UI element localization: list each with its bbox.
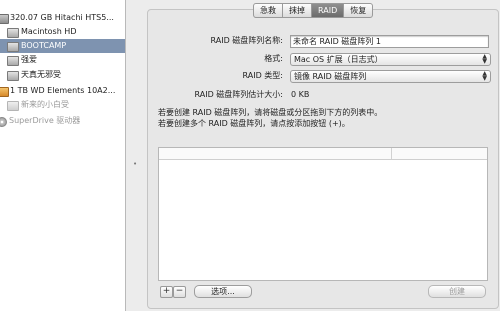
raid-type-value: 镜像 RAID 磁盘阵列: [294, 72, 367, 81]
sidebar-item-superdrive[interactable]: SuperDrive 驱动器: [0, 114, 125, 128]
sidebar-item-label: 1 TB WD Elements 10A2...: [10, 86, 116, 95]
format-value: Mac OS 扩展（日志式）: [294, 55, 383, 64]
estimated-size-value: 0 KB: [291, 90, 310, 99]
sidebar-item-label: 天真无邪受: [21, 70, 61, 79]
remove-raid-button[interactable]: −: [173, 286, 186, 298]
raid-name-field[interactable]: 未命名 RAID 磁盘阵列 1: [290, 35, 489, 48]
sidebar-item-label: 新来的小白受: [21, 100, 69, 109]
tab-first-aid[interactable]: 急救: [254, 4, 283, 17]
column-divider: [391, 148, 392, 159]
hard-disk-icon: [0, 14, 9, 24]
sidebar-item-wd-elements[interactable]: 1 TB WD Elements 10A2...: [0, 84, 125, 98]
volume-icon: [7, 42, 19, 52]
add-raid-button[interactable]: +: [160, 286, 173, 298]
options-button[interactable]: 选项...: [194, 285, 252, 298]
sidebar-item-label: BOOTCAMP: [21, 41, 67, 50]
external-disk-icon: [0, 87, 9, 97]
sidebar-item-macintosh-hd[interactable]: Macintosh HD: [0, 25, 125, 39]
tab-erase[interactable]: 抹掉: [283, 4, 312, 17]
tab-restore[interactable]: 恢复: [344, 4, 372, 17]
raid-name-label: RAID 磁盘阵列名称:: [210, 36, 283, 45]
format-popup[interactable]: Mac OS 扩展（日志式） ▲ ▼: [290, 53, 491, 66]
tab-bar: 急救 抹掉 RAID 恢复: [253, 3, 374, 18]
raid-type-popup[interactable]: 镜像 RAID 磁盘阵列 ▲ ▼: [290, 70, 491, 83]
volume-icon: [7, 101, 19, 111]
sidebar-item-bootcamp[interactable]: BOOTCAMP: [0, 39, 125, 53]
split-view-handle[interactable]: •: [133, 160, 137, 168]
sidebar-item-label: 强爱: [21, 55, 37, 64]
sidebar-item-label: 320.07 GB Hitachi HTS5...: [10, 13, 114, 22]
raid-member-list[interactable]: [158, 147, 488, 281]
raid-type-label: RAID 类型:: [242, 71, 283, 80]
optical-drive-icon: [0, 117, 7, 127]
sidebar-item-hitachi-disk[interactable]: 320.07 GB Hitachi HTS5...: [0, 11, 125, 25]
popup-arrows-icon: ▲ ▼: [482, 70, 487, 82]
format-label: 格式:: [264, 54, 283, 63]
volume-icon: [7, 71, 19, 81]
sidebar-item-label: Macintosh HD: [21, 27, 77, 36]
popup-arrows-icon: ▲ ▼: [482, 53, 487, 65]
volume-icon: [7, 28, 19, 38]
tab-raid[interactable]: RAID: [312, 4, 345, 17]
disk-sidebar: 320.07 GB Hitachi HTS5... Macintosh HD B…: [0, 0, 126, 311]
volume-icon: [7, 56, 19, 66]
instruction-line-2: 若要创建多个 RAID 磁盘阵列，请点按添加按钮 (+)。: [158, 119, 350, 128]
estimated-size-label: RAID 磁盘阵列估计大小:: [194, 90, 283, 99]
sidebar-item-qiangai[interactable]: 强爱: [0, 53, 125, 67]
sidebar-item-tianzhen[interactable]: 天真无邪受: [0, 68, 125, 82]
list-header: [159, 148, 487, 160]
sidebar-item-label: SuperDrive 驱动器: [9, 116, 81, 125]
sidebar-item-xinlai[interactable]: 新来的小白受: [0, 98, 125, 112]
create-button[interactable]: 创建: [428, 285, 486, 298]
instruction-line-1: 若要创建 RAID 磁盘阵列，请将磁盘或分区拖到下方的列表中。: [158, 108, 383, 117]
